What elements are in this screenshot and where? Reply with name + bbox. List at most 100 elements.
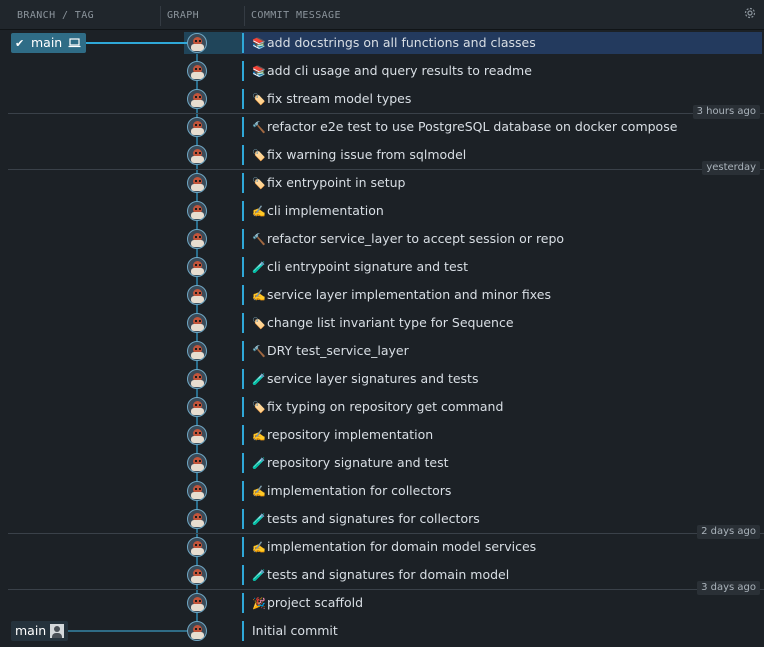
commit-message[interactable]: 🏷️fix typing on repository get command <box>252 399 503 414</box>
column-divider[interactable] <box>160 6 161 26</box>
commit-row[interactable]: 🏷️fix stream model types <box>0 85 764 113</box>
label-icon: 🏷️ <box>252 401 266 414</box>
commit-bar <box>242 565 244 585</box>
graph-column-header[interactable]: GRAPH <box>167 10 199 21</box>
commit-author-avatar[interactable] <box>187 33 207 53</box>
commit-message[interactable]: 🏷️fix entrypoint in setup <box>252 175 405 190</box>
commit-row[interactable]: ✍️repository implementation <box>0 421 764 449</box>
commit-author-avatar[interactable] <box>187 593 207 613</box>
writing-hand-icon: ✍️ <box>252 289 266 302</box>
commit-author-avatar[interactable] <box>187 61 207 81</box>
commit-message[interactable]: 🧪cli entrypoint signature and test <box>252 259 468 274</box>
commit-message-text: fix warning issue from sqlmodel <box>267 147 467 162</box>
commit-message[interactable]: 🎉project scaffold <box>252 595 363 610</box>
test-tube-icon: 🧪 <box>252 457 266 470</box>
commit-author-avatar[interactable] <box>187 397 207 417</box>
branch-connector <box>86 42 187 44</box>
commit-message[interactable]: 📚add cli usage and query results to read… <box>252 63 532 78</box>
commit-author-avatar[interactable] <box>187 285 207 305</box>
commit-message-text: add docstrings on all functions and clas… <box>267 35 536 50</box>
commit-bar <box>242 593 244 613</box>
commit-row[interactable]: 🏷️fix typing on repository get command <box>0 393 764 421</box>
commit-bar <box>242 425 244 445</box>
commit-author-avatar[interactable] <box>187 173 207 193</box>
commit-row[interactable]: 🧪service layer signatures and tests <box>0 365 764 393</box>
commit-row[interactable]: 🧪cli entrypoint signature and test <box>0 253 764 281</box>
commit-message-text: tests and signatures for domain model <box>267 567 510 582</box>
commit-message[interactable]: 🔨refactor e2e test to use PostgreSQL dat… <box>252 119 677 134</box>
commit-message-text: implementation for collectors <box>267 483 452 498</box>
commit-author-avatar[interactable] <box>187 341 207 361</box>
commit-message[interactable]: ✍️cli implementation <box>252 203 384 218</box>
commit-message[interactable]: 🧪tests and signatures for domain model <box>252 567 509 582</box>
commit-message-column-header[interactable]: COMMIT MESSAGE <box>251 10 341 21</box>
commit-author-avatar[interactable] <box>187 117 207 137</box>
commit-message[interactable]: 🏷️change list invariant type for Sequenc… <box>252 315 514 330</box>
books-icon: 📚 <box>252 37 266 50</box>
commit-author-avatar[interactable] <box>187 509 207 529</box>
commit-message-text: fix stream model types <box>267 91 412 106</box>
commit-author-avatar[interactable] <box>187 313 207 333</box>
branch-main-local[interactable]: ✔ main <box>11 33 86 53</box>
time-divider-label: yesterday <box>702 161 760 175</box>
commit-author-avatar[interactable] <box>187 565 207 585</box>
commit-message[interactable]: ✍️implementation for collectors <box>252 483 451 498</box>
commit-row[interactable]: ✍️service layer implementation and minor… <box>0 281 764 309</box>
commit-message[interactable]: 🧪tests and signatures for collectors <box>252 511 480 526</box>
commit-bar <box>242 257 244 277</box>
branch-main-remote[interactable]: main <box>11 621 68 641</box>
gear-icon[interactable] <box>744 7 756 19</box>
commit-message[interactable]: 🧪service layer signatures and tests <box>252 371 478 386</box>
test-tube-icon: 🧪 <box>252 569 266 582</box>
commit-message[interactable]: 📚add docstrings on all functions and cla… <box>252 35 536 50</box>
commit-row[interactable]: 🧪tests and signatures for domain model <box>0 561 764 589</box>
branch-tag-column-header[interactable]: BRANCH / TAG <box>17 10 94 21</box>
commit-row[interactable]: 🔨refactor e2e test to use PostgreSQL dat… <box>0 113 764 141</box>
label-icon: 🏷️ <box>252 317 266 330</box>
commit-author-avatar[interactable] <box>187 453 207 473</box>
commit-author-avatar[interactable] <box>187 621 207 641</box>
commit-message[interactable]: Initial commit <box>252 623 338 638</box>
commit-message[interactable]: 🔨DRY test_service_layer <box>252 343 409 358</box>
commit-row[interactable]: 🧪tests and signatures for collectors <box>0 505 764 533</box>
commit-author-avatar[interactable] <box>187 229 207 249</box>
commit-author-avatar[interactable] <box>187 145 207 165</box>
commit-row[interactable]: 🧪repository signature and test <box>0 449 764 477</box>
commit-author-avatar[interactable] <box>187 257 207 277</box>
commit-message[interactable]: 🏷️fix warning issue from sqlmodel <box>252 147 466 162</box>
commit-author-avatar[interactable] <box>187 201 207 221</box>
commit-author-avatar[interactable] <box>187 89 207 109</box>
commit-message-text: DRY test_service_layer <box>267 343 409 358</box>
commit-row[interactable]: ✍️implementation for domain model servic… <box>0 533 764 561</box>
commit-message[interactable]: 🏷️fix stream model types <box>252 91 411 106</box>
commit-message[interactable]: 🧪repository signature and test <box>252 455 449 470</box>
commit-message[interactable]: 🔨refactor service_layer to accept sessio… <box>252 231 564 246</box>
commit-bar <box>242 61 244 81</box>
commit-message-text: add cli usage and query results to readm… <box>267 63 532 78</box>
time-divider-label: 3 days ago <box>697 581 760 595</box>
commit-author-avatar[interactable] <box>187 537 207 557</box>
commit-message[interactable]: ✍️implementation for domain model servic… <box>252 539 536 554</box>
commit-row[interactable]: 🏷️change list invariant type for Sequenc… <box>0 309 764 337</box>
commit-row[interactable]: 📚add cli usage and query results to read… <box>0 57 764 85</box>
commit-row[interactable]: 🏷️fix entrypoint in setup <box>0 169 764 197</box>
commit-author-avatar[interactable] <box>187 425 207 445</box>
commit-message-text: service layer implementation and minor f… <box>267 287 552 302</box>
commit-row[interactable]: ✍️cli implementation <box>0 197 764 225</box>
commit-message-text: cli implementation <box>267 203 384 218</box>
commit-message-text: tests and signatures for collectors <box>267 511 480 526</box>
hammer-icon: 🔨 <box>252 345 266 358</box>
commit-message[interactable]: ✍️repository implementation <box>252 427 433 442</box>
commit-row[interactable]: 🔨DRY test_service_layer <box>0 337 764 365</box>
commit-author-avatar[interactable] <box>187 369 207 389</box>
commit-row[interactable]: ✍️implementation for collectors <box>0 477 764 505</box>
commit-author-avatar[interactable] <box>187 481 207 501</box>
commit-row[interactable]: 🏷️fix warning issue from sqlmodel <box>0 141 764 169</box>
commit-row[interactable]: 🎉project scaffold <box>0 589 764 617</box>
commit-bar <box>242 145 244 165</box>
commit-bar <box>242 341 244 361</box>
time-divider-line <box>8 533 764 534</box>
commit-message[interactable]: ✍️service layer implementation and minor… <box>252 287 551 302</box>
commit-row[interactable]: 🔨refactor service_layer to accept sessio… <box>0 225 764 253</box>
column-divider[interactable] <box>244 6 245 26</box>
